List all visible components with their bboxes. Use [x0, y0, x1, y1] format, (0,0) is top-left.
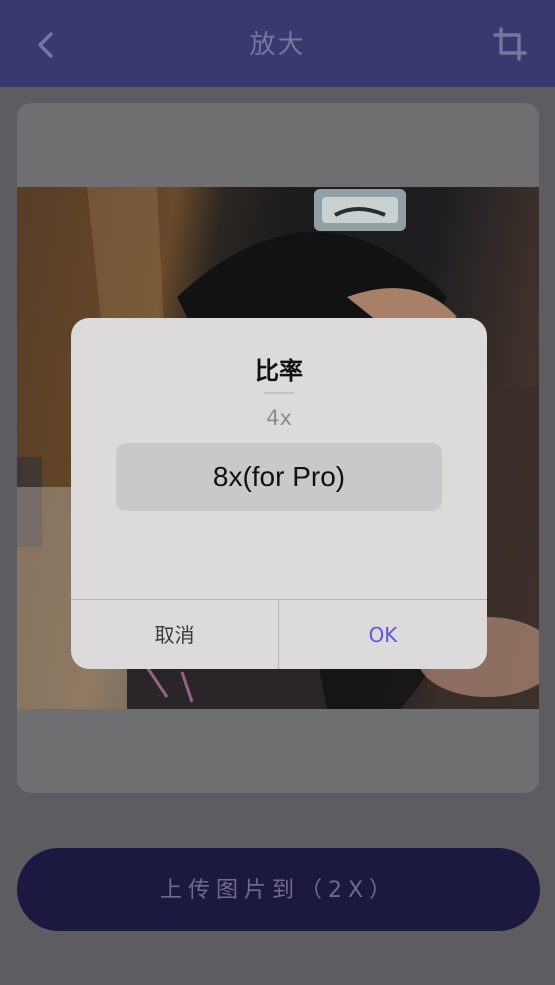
ratio-dialog: 比率 4x 8x(for Pro) 取消 OK — [71, 318, 487, 669]
dialog-button-row: 取消 OK — [71, 599, 487, 669]
crop-icon[interactable] — [492, 26, 528, 62]
picker-item-selected[interactable]: 8x(for Pro) — [116, 443, 442, 511]
top-navbar: 放大 — [0, 0, 555, 87]
upload-button[interactable]: 上传图片到（2X） — [17, 848, 540, 931]
picker-item-previous[interactable]: 4x — [71, 406, 487, 430]
dialog-title: 比率 — [255, 357, 303, 385]
picker-faded-item — [264, 392, 294, 394]
cancel-button[interactable]: 取消 — [71, 600, 279, 669]
ok-button[interactable]: OK — [279, 600, 487, 669]
page-title: 放大 — [249, 30, 306, 60]
